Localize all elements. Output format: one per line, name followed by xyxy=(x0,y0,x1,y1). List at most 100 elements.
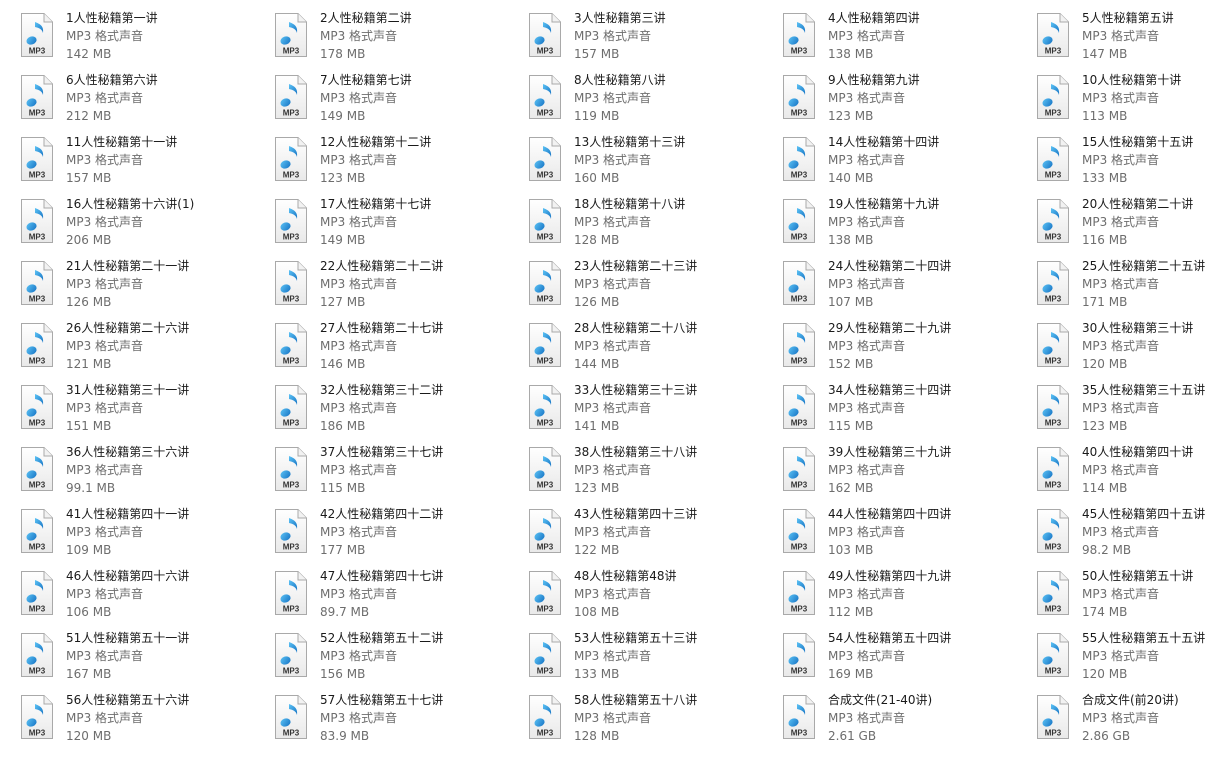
file-name: 26人性秘籍第二十六讲 xyxy=(66,321,190,335)
file-item[interactable]: MP3 49人性秘籍第四十九讲 MP3 格式声音 112 MB xyxy=(782,567,1036,629)
svg-text:MP3: MP3 xyxy=(791,357,808,366)
file-size: 123 MB xyxy=(574,481,620,495)
file-size: 113 MB xyxy=(1082,109,1128,123)
file-item[interactable]: MP3 21人性秘籍第二十一讲 MP3 格式声音 126 MB xyxy=(20,257,274,319)
file-name: 15人性秘籍第十五讲 xyxy=(1082,135,1194,149)
file-item[interactable]: MP3 10人性秘籍第十讲 MP3 格式声音 113 MB xyxy=(1036,71,1231,133)
file-item[interactable]: MP3 27人性秘籍第二十七讲 MP3 格式声音 146 MB xyxy=(274,319,528,381)
file-item[interactable]: MP3 37人性秘籍第三十七讲 MP3 格式声音 115 MB xyxy=(274,443,528,505)
file-item[interactable]: MP3 29人性秘籍第二十九讲 MP3 格式声音 152 MB xyxy=(782,319,1036,381)
file-name: 48人性秘籍第48讲 xyxy=(574,569,677,583)
file-name: 52人性秘籍第五十二讲 xyxy=(320,631,444,645)
mp3-file-icon: MP3 xyxy=(1037,199,1069,243)
file-item[interactable]: MP3 19人性秘籍第十九讲 MP3 格式声音 138 MB xyxy=(782,195,1036,257)
file-name: 25人性秘籍第二十五讲 xyxy=(1082,259,1206,273)
file-item[interactable]: MP3 42人性秘籍第四十二讲 MP3 格式声音 177 MB xyxy=(274,505,528,567)
svg-text:MP3: MP3 xyxy=(537,357,554,366)
file-item[interactable]: MP3 20人性秘籍第二十讲 MP3 格式声音 116 MB xyxy=(1036,195,1231,257)
file-item[interactable]: MP3 17人性秘籍第十七讲 MP3 格式声音 149 MB xyxy=(274,195,528,257)
file-item[interactable]: MP3 13人性秘籍第十三讲 MP3 格式声音 160 MB xyxy=(528,133,782,195)
file-item[interactable]: MP3 25人性秘籍第二十五讲 MP3 格式声音 171 MB xyxy=(1036,257,1231,319)
file-item[interactable]: MP3 12人性秘籍第十二讲 MP3 格式声音 123 MB xyxy=(274,133,528,195)
file-item[interactable]: MP3 58人性秘籍第五十八讲 MP3 格式声音 128 MB xyxy=(528,691,782,753)
file-item[interactable]: MP3 11人性秘籍第十一讲 MP3 格式声音 157 MB xyxy=(20,133,274,195)
file-type: MP3 格式声音 xyxy=(1082,29,1160,43)
file-item[interactable]: MP3 46人性秘籍第四十六讲 MP3 格式声音 106 MB xyxy=(20,567,274,629)
file-item[interactable]: MP3 7人性秘籍第七讲 MP3 格式声音 149 MB xyxy=(274,71,528,133)
file-size: 103 MB xyxy=(828,543,874,557)
file-item[interactable]: MP3 43人性秘籍第四十三讲 MP3 格式声音 122 MB xyxy=(528,505,782,567)
file-type: MP3 格式声音 xyxy=(1082,91,1160,105)
file-item[interactable]: MP3 15人性秘籍第十五讲 MP3 格式声音 133 MB xyxy=(1036,133,1231,195)
file-item[interactable]: MP3 54人性秘籍第五十四讲 MP3 格式声音 169 MB xyxy=(782,629,1036,691)
file-item[interactable]: MP3 45人性秘籍第四十五讲 MP3 格式声音 98.2 MB xyxy=(1036,505,1231,567)
file-item[interactable]: MP3 1人性秘籍第一讲 MP3 格式声音 142 MB xyxy=(20,9,274,71)
file-item[interactable]: MP3 31人性秘籍第三十一讲 MP3 格式声音 151 MB xyxy=(20,381,274,443)
file-item[interactable]: MP3 41人性秘籍第四十一讲 MP3 格式声音 109 MB xyxy=(20,505,274,567)
file-item[interactable]: MP3 16人性秘籍第十六讲(1) MP3 格式声音 206 MB xyxy=(20,195,274,257)
file-item[interactable]: MP3 39人性秘籍第三十九讲 MP3 格式声音 162 MB xyxy=(782,443,1036,505)
file-item[interactable]: MP3 6人性秘籍第六讲 MP3 格式声音 212 MB xyxy=(20,71,274,133)
file-item[interactable]: MP3 38人性秘籍第三十八讲 MP3 格式声音 123 MB xyxy=(528,443,782,505)
file-item[interactable]: MP3 3人性秘籍第三讲 MP3 格式声音 157 MB xyxy=(528,9,782,71)
file-size: 99.1 MB xyxy=(66,481,116,495)
file-type: MP3 格式声音 xyxy=(66,525,144,539)
file-item[interactable]: MP3 5人性秘籍第五讲 MP3 格式声音 147 MB xyxy=(1036,9,1231,71)
mp3-file-icon: MP3 xyxy=(21,633,53,677)
file-item[interactable]: MP3 35人性秘籍第三十五讲 MP3 格式声音 123 MB xyxy=(1036,381,1231,443)
file-item[interactable]: MP3 18人性秘籍第十八讲 MP3 格式声音 128 MB xyxy=(528,195,782,257)
file-type: MP3 格式声音 xyxy=(574,153,652,167)
file-item[interactable]: MP3 57人性秘籍第五十七讲 MP3 格式声音 83.9 MB xyxy=(274,691,528,753)
file-type: MP3 格式声音 xyxy=(320,525,398,539)
file-item[interactable]: MP3 52人性秘籍第五十二讲 MP3 格式声音 156 MB xyxy=(274,629,528,691)
file-name: 47人性秘籍第四十七讲 xyxy=(320,569,444,583)
file-item[interactable]: MP3 36人性秘籍第三十六讲 MP3 格式声音 99.1 MB xyxy=(20,443,274,505)
file-item[interactable]: MP3 合成文件(21-40讲) MP3 格式声音 2.61 GB xyxy=(782,691,1036,753)
file-size: 128 MB xyxy=(574,729,620,743)
mp3-file-icon: MP3 xyxy=(275,509,307,553)
file-item[interactable]: MP3 9人性秘籍第九讲 MP3 格式声音 123 MB xyxy=(782,71,1036,133)
svg-text:MP3: MP3 xyxy=(29,729,46,738)
file-size: 169 MB xyxy=(828,667,874,681)
file-item[interactable]: MP3 47人性秘籍第四十七讲 MP3 格式声音 89.7 MB xyxy=(274,567,528,629)
file-item[interactable]: MP3 48人性秘籍第48讲 MP3 格式声音 108 MB xyxy=(528,567,782,629)
file-item[interactable]: MP3 22人性秘籍第二十二讲 MP3 格式声音 127 MB xyxy=(274,257,528,319)
file-item[interactable]: MP3 14人性秘籍第十四讲 MP3 格式声音 140 MB xyxy=(782,133,1036,195)
svg-text:MP3: MP3 xyxy=(537,419,554,428)
file-item[interactable]: MP3 44人性秘籍第四十四讲 MP3 格式声音 103 MB xyxy=(782,505,1036,567)
file-item[interactable]: MP3 28人性秘籍第二十八讲 MP3 格式声音 144 MB xyxy=(528,319,782,381)
file-size: 109 MB xyxy=(66,543,112,557)
file-item[interactable]: MP3 53人性秘籍第五十三讲 MP3 格式声音 133 MB xyxy=(528,629,782,691)
file-item[interactable]: MP3 8人性秘籍第八讲 MP3 格式声音 119 MB xyxy=(528,71,782,133)
file-item[interactable]: MP3 33人性秘籍第三十三讲 MP3 格式声音 141 MB xyxy=(528,381,782,443)
file-item[interactable]: MP3 32人性秘籍第三十二讲 MP3 格式声音 186 MB xyxy=(274,381,528,443)
mp3-file-icon: MP3 xyxy=(21,385,53,429)
file-name: 21人性秘籍第二十一讲 xyxy=(66,259,190,273)
mp3-file-icon: MP3 xyxy=(529,75,561,119)
file-item[interactable]: MP3 40人性秘籍第四十讲 MP3 格式声音 114 MB xyxy=(1036,443,1231,505)
file-name: 13人性秘籍第十三讲 xyxy=(574,135,686,149)
svg-text:MP3: MP3 xyxy=(1045,109,1062,118)
svg-text:MP3: MP3 xyxy=(791,295,808,304)
file-size: 123 MB xyxy=(1082,419,1128,433)
file-name: 36人性秘籍第三十六讲 xyxy=(66,445,190,459)
file-item[interactable]: MP3 合成文件(前20讲) MP3 格式声音 2.86 GB xyxy=(1036,691,1231,753)
file-item[interactable]: MP3 34人性秘籍第三十四讲 MP3 格式声音 115 MB xyxy=(782,381,1036,443)
file-item[interactable]: MP3 23人性秘籍第二十三讲 MP3 格式声音 126 MB xyxy=(528,257,782,319)
mp3-file-icon: MP3 xyxy=(529,13,561,57)
mp3-file-icon: MP3 xyxy=(529,385,561,429)
file-item[interactable]: MP3 55人性秘籍第五十五讲 MP3 格式声音 120 MB xyxy=(1036,629,1231,691)
file-item[interactable]: MP3 26人性秘籍第二十六讲 MP3 格式声音 121 MB xyxy=(20,319,274,381)
file-item[interactable]: MP3 4人性秘籍第四讲 MP3 格式声音 138 MB xyxy=(782,9,1036,71)
file-item[interactable]: MP3 30人性秘籍第三十讲 MP3 格式声音 120 MB xyxy=(1036,319,1231,381)
file-item[interactable]: MP3 50人性秘籍第五十讲 MP3 格式声音 174 MB xyxy=(1036,567,1231,629)
file-size: 167 MB xyxy=(66,667,112,681)
file-item[interactable]: MP3 2人性秘籍第二讲 MP3 格式声音 178 MB xyxy=(274,9,528,71)
file-item[interactable]: MP3 51人性秘籍第五十一讲 MP3 格式声音 167 MB xyxy=(20,629,274,691)
mp3-file-icon: MP3 xyxy=(275,199,307,243)
file-item[interactable]: MP3 24人性秘籍第二十四讲 MP3 格式声音 107 MB xyxy=(782,257,1036,319)
file-type: MP3 格式声音 xyxy=(828,401,906,415)
file-type: MP3 格式声音 xyxy=(574,277,652,291)
svg-text:MP3: MP3 xyxy=(537,543,554,552)
file-item[interactable]: MP3 56人性秘籍第五十六讲 MP3 格式声音 120 MB xyxy=(20,691,274,753)
